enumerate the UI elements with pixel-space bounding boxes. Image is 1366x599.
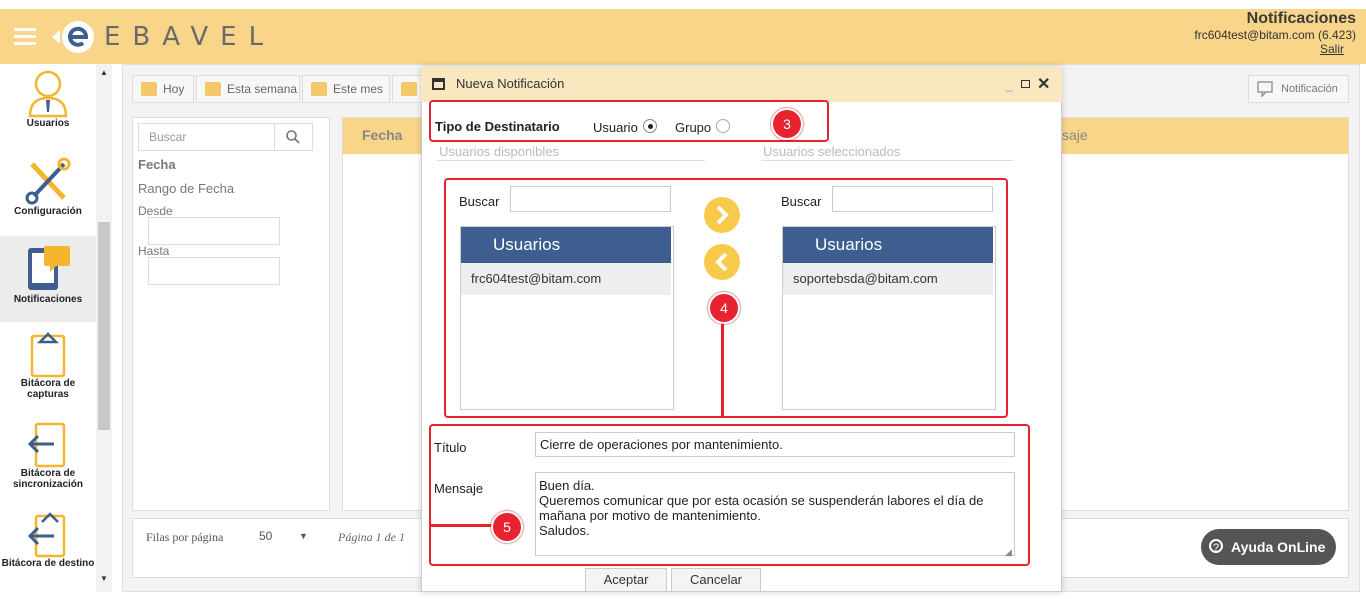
sidebar-item-usuarios[interactable]: Usuarios xyxy=(0,68,96,148)
message-textarea[interactable]: Buen día. Queremos comunicar que por est… xyxy=(535,472,1015,556)
chevron-left-icon xyxy=(715,252,728,272)
filter-panel xyxy=(132,117,330,511)
resize-grip-icon[interactable]: ◢ xyxy=(1005,547,1012,558)
calendar-icon xyxy=(205,82,221,96)
this-month-button[interactable]: Este mes xyxy=(302,75,390,103)
scroll-down-icon[interactable]: ▼ xyxy=(100,574,108,583)
selected-search-label: Buscar xyxy=(781,194,822,209)
cancel-button[interactable]: Cancelar xyxy=(671,568,761,592)
recipient-type-label: Tipo de Destinatario xyxy=(435,119,560,134)
grid-column-mensaje[interactable]: saje xyxy=(1062,127,1088,143)
desde-input[interactable] xyxy=(148,217,280,245)
annotation-connector xyxy=(429,524,493,527)
maximize-icon[interactable] xyxy=(1021,80,1030,88)
page-info: Página 1 de 1 xyxy=(338,530,405,544)
destination-arrow-icon xyxy=(27,512,66,558)
sidebar-item-label: Configuración xyxy=(14,206,82,217)
available-search-input[interactable] xyxy=(510,186,671,212)
title-label: Título xyxy=(434,440,467,455)
today-button[interactable]: Hoy xyxy=(132,75,194,103)
chevron-right-icon xyxy=(716,205,729,225)
close-icon[interactable]: ✕ xyxy=(1037,74,1050,94)
minimize-icon[interactable]: _ xyxy=(1006,78,1013,92)
new-notification-button[interactable]: Notificación xyxy=(1248,75,1349,103)
calendar-icon xyxy=(311,82,327,96)
sidebar-item-label: Bitácora de capturas xyxy=(20,378,76,400)
radio-grupo-label[interactable]: Grupo xyxy=(675,120,711,135)
clipboard-icon xyxy=(30,332,66,378)
selected-list-header: Usuarios xyxy=(783,227,993,263)
divider xyxy=(761,160,1013,161)
scroll-up-icon[interactable]: ▲ xyxy=(100,68,108,77)
sidebar-item-bitacora-capturas[interactable]: Bitácora de capturas xyxy=(0,330,96,410)
sidebar-item-label: Bitácora de sincronización xyxy=(12,468,83,490)
divider xyxy=(437,160,705,161)
window-icon xyxy=(432,78,445,90)
sidebar-scrollbar-thumb[interactable] xyxy=(98,222,110,430)
selected-search-input[interactable] xyxy=(832,186,993,212)
annotation-badge-3: 3 xyxy=(771,108,803,140)
grid-column-fecha[interactable]: Fecha xyxy=(362,127,402,143)
sync-arrow-icon xyxy=(27,422,66,468)
available-search-label: Buscar xyxy=(459,194,500,209)
logo-text: EBAVEL xyxy=(104,22,276,52)
list-item[interactable]: frc604test@bitam.com xyxy=(461,263,671,295)
ebavel-logo-icon xyxy=(50,18,96,56)
logout-link[interactable]: Salir xyxy=(1320,42,1344,56)
selected-users-label: Usuarios seleccionados xyxy=(763,144,901,159)
available-users-label: Usuarios disponibles xyxy=(439,144,559,159)
sidebar-item-label: Notificaciones xyxy=(13,294,83,305)
filter-hasta-label: Hasta xyxy=(138,244,170,258)
search-divider xyxy=(274,124,275,150)
radio-usuario-label[interactable]: Usuario xyxy=(593,120,638,135)
available-list-header: Usuarios xyxy=(461,227,671,263)
radio-selected-dot xyxy=(648,124,653,129)
radio-grupo[interactable] xyxy=(716,119,730,133)
sidebar-item-bitacora-sincronizacion[interactable]: Bitácora de sincronización xyxy=(0,420,96,500)
help-icon: ? xyxy=(1209,539,1223,554)
this-week-button[interactable]: Esta semana xyxy=(196,75,300,103)
filter-desde-label: Desde xyxy=(138,204,173,218)
sidebar-item-label: Bitácora de destino xyxy=(1,558,95,569)
sidebar-item-configuracion[interactable]: Configuración xyxy=(0,156,96,236)
user-icon xyxy=(28,70,68,118)
calendar-icon xyxy=(401,82,417,96)
annotation-badge-5: 5 xyxy=(491,511,523,543)
sidebar-item-label: Usuarios xyxy=(26,118,70,129)
sidebar-item-bitacora-destino[interactable]: Bitácora de destino xyxy=(0,510,96,590)
calendar-icon xyxy=(141,82,157,96)
sidebar-item-notificaciones[interactable]: Notificaciones xyxy=(0,236,96,322)
dialog-title: Nueva Notificación xyxy=(456,76,565,91)
move-right-button[interactable] xyxy=(704,197,740,233)
user-info: frc604test@bitam.com (6.423) xyxy=(1194,28,1356,42)
hamburger-menu-icon[interactable] xyxy=(14,28,36,46)
hasta-input[interactable] xyxy=(148,257,280,285)
accept-button[interactable]: Aceptar xyxy=(585,568,667,592)
list-item[interactable]: soportebsda@bitam.com xyxy=(783,263,993,295)
date-range-button[interactable] xyxy=(392,75,424,103)
rows-per-page-select[interactable]: 50 xyxy=(259,529,272,543)
chevron-down-icon[interactable]: ▼ xyxy=(299,531,308,541)
tablet-chat-icon xyxy=(28,246,70,290)
annotation-badge-4: 4 xyxy=(708,292,740,324)
page-title: Notificaciones xyxy=(1246,10,1356,27)
filter-range-label[interactable]: Rango de Fecha xyxy=(138,181,234,196)
tools-icon xyxy=(25,157,71,205)
filter-fecha-label: Fecha xyxy=(138,157,176,172)
search-icon[interactable] xyxy=(286,130,300,147)
rows-per-page-label: Filas por página xyxy=(146,530,224,544)
message-label: Mensaje xyxy=(434,481,484,496)
title-input[interactable]: Cierre de operaciones por mantenimiento. xyxy=(535,432,1015,457)
move-left-button[interactable] xyxy=(704,244,740,280)
notification-icon xyxy=(1257,81,1273,97)
